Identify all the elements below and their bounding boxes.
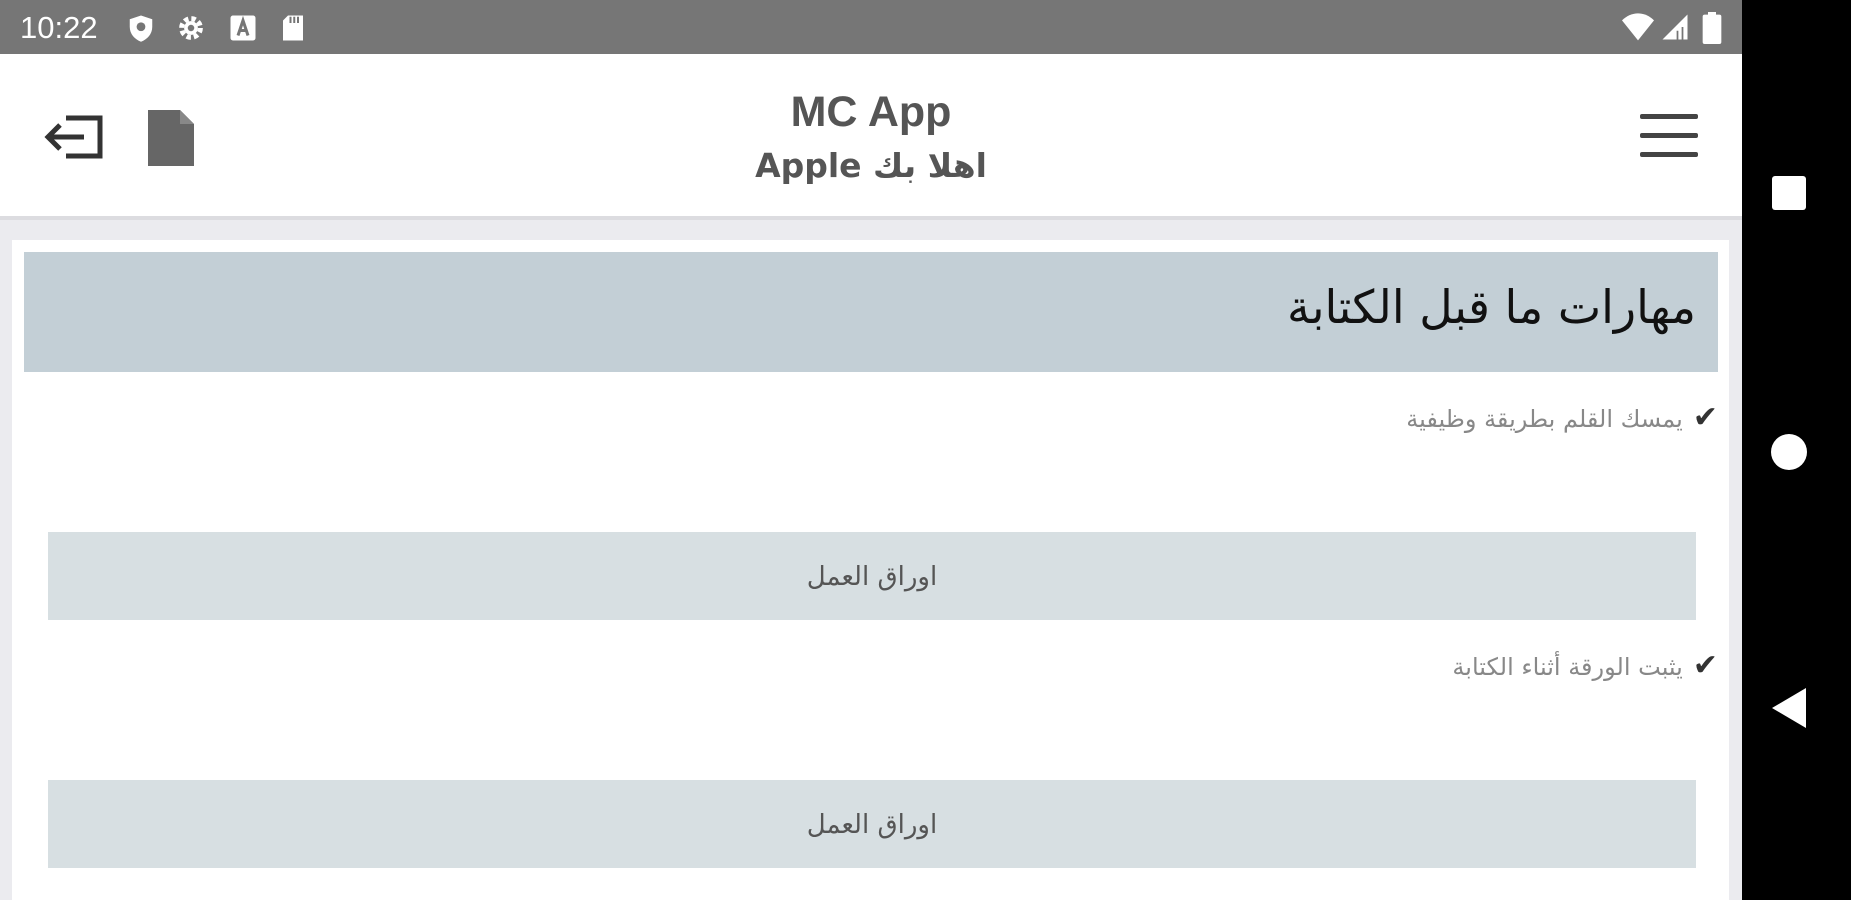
a-box-icon (230, 15, 256, 41)
sd-card-icon (283, 15, 303, 41)
shield-icon (129, 15, 153, 42)
home-circle-icon[interactable] (1771, 434, 1807, 470)
hamburger-menu-icon[interactable] (1640, 114, 1698, 158)
back-triangle-icon[interactable] (1772, 688, 1806, 728)
app-title: MC App (790, 88, 952, 136)
status-time: 10:22 (20, 10, 98, 45)
skill-label: يمسك القلم بطريقة وظيفية (1406, 405, 1683, 433)
checkmark-icon: ✔ (1692, 648, 1718, 683)
app-screen: 10:22 MC App اهلا بك Apple مهارات ما قبل… (0, 0, 1742, 900)
skill-item: ✔ يمسك القلم بطريقة وظيفية (1406, 400, 1718, 435)
system-nav-bar (1742, 0, 1851, 900)
battery-icon (1702, 12, 1722, 44)
skill-item: ✔ يثبت الورقة أثناء الكتابة (1452, 648, 1718, 683)
recents-square-icon[interactable] (1772, 176, 1806, 210)
section-header: مهارات ما قبل الكتابة (24, 252, 1718, 372)
section-title: مهارات ما قبل الكتابة (1287, 280, 1696, 334)
checkmark-icon: ✔ (1692, 400, 1718, 435)
worksheets-button[interactable]: اوراق العمل (48, 532, 1696, 620)
status-bar: 10:22 (0, 0, 1742, 54)
gear-icon (179, 16, 203, 40)
app-bar: MC App اهلا بك Apple (0, 54, 1742, 220)
wifi-icon (1622, 13, 1654, 41)
worksheets-button[interactable]: اوراق العمل (48, 780, 1696, 868)
welcome-subtitle: اهلا بك Apple (755, 146, 987, 185)
skill-label: يثبت الورقة أثناء الكتابة (1452, 653, 1683, 681)
signal-icon (1662, 14, 1688, 40)
